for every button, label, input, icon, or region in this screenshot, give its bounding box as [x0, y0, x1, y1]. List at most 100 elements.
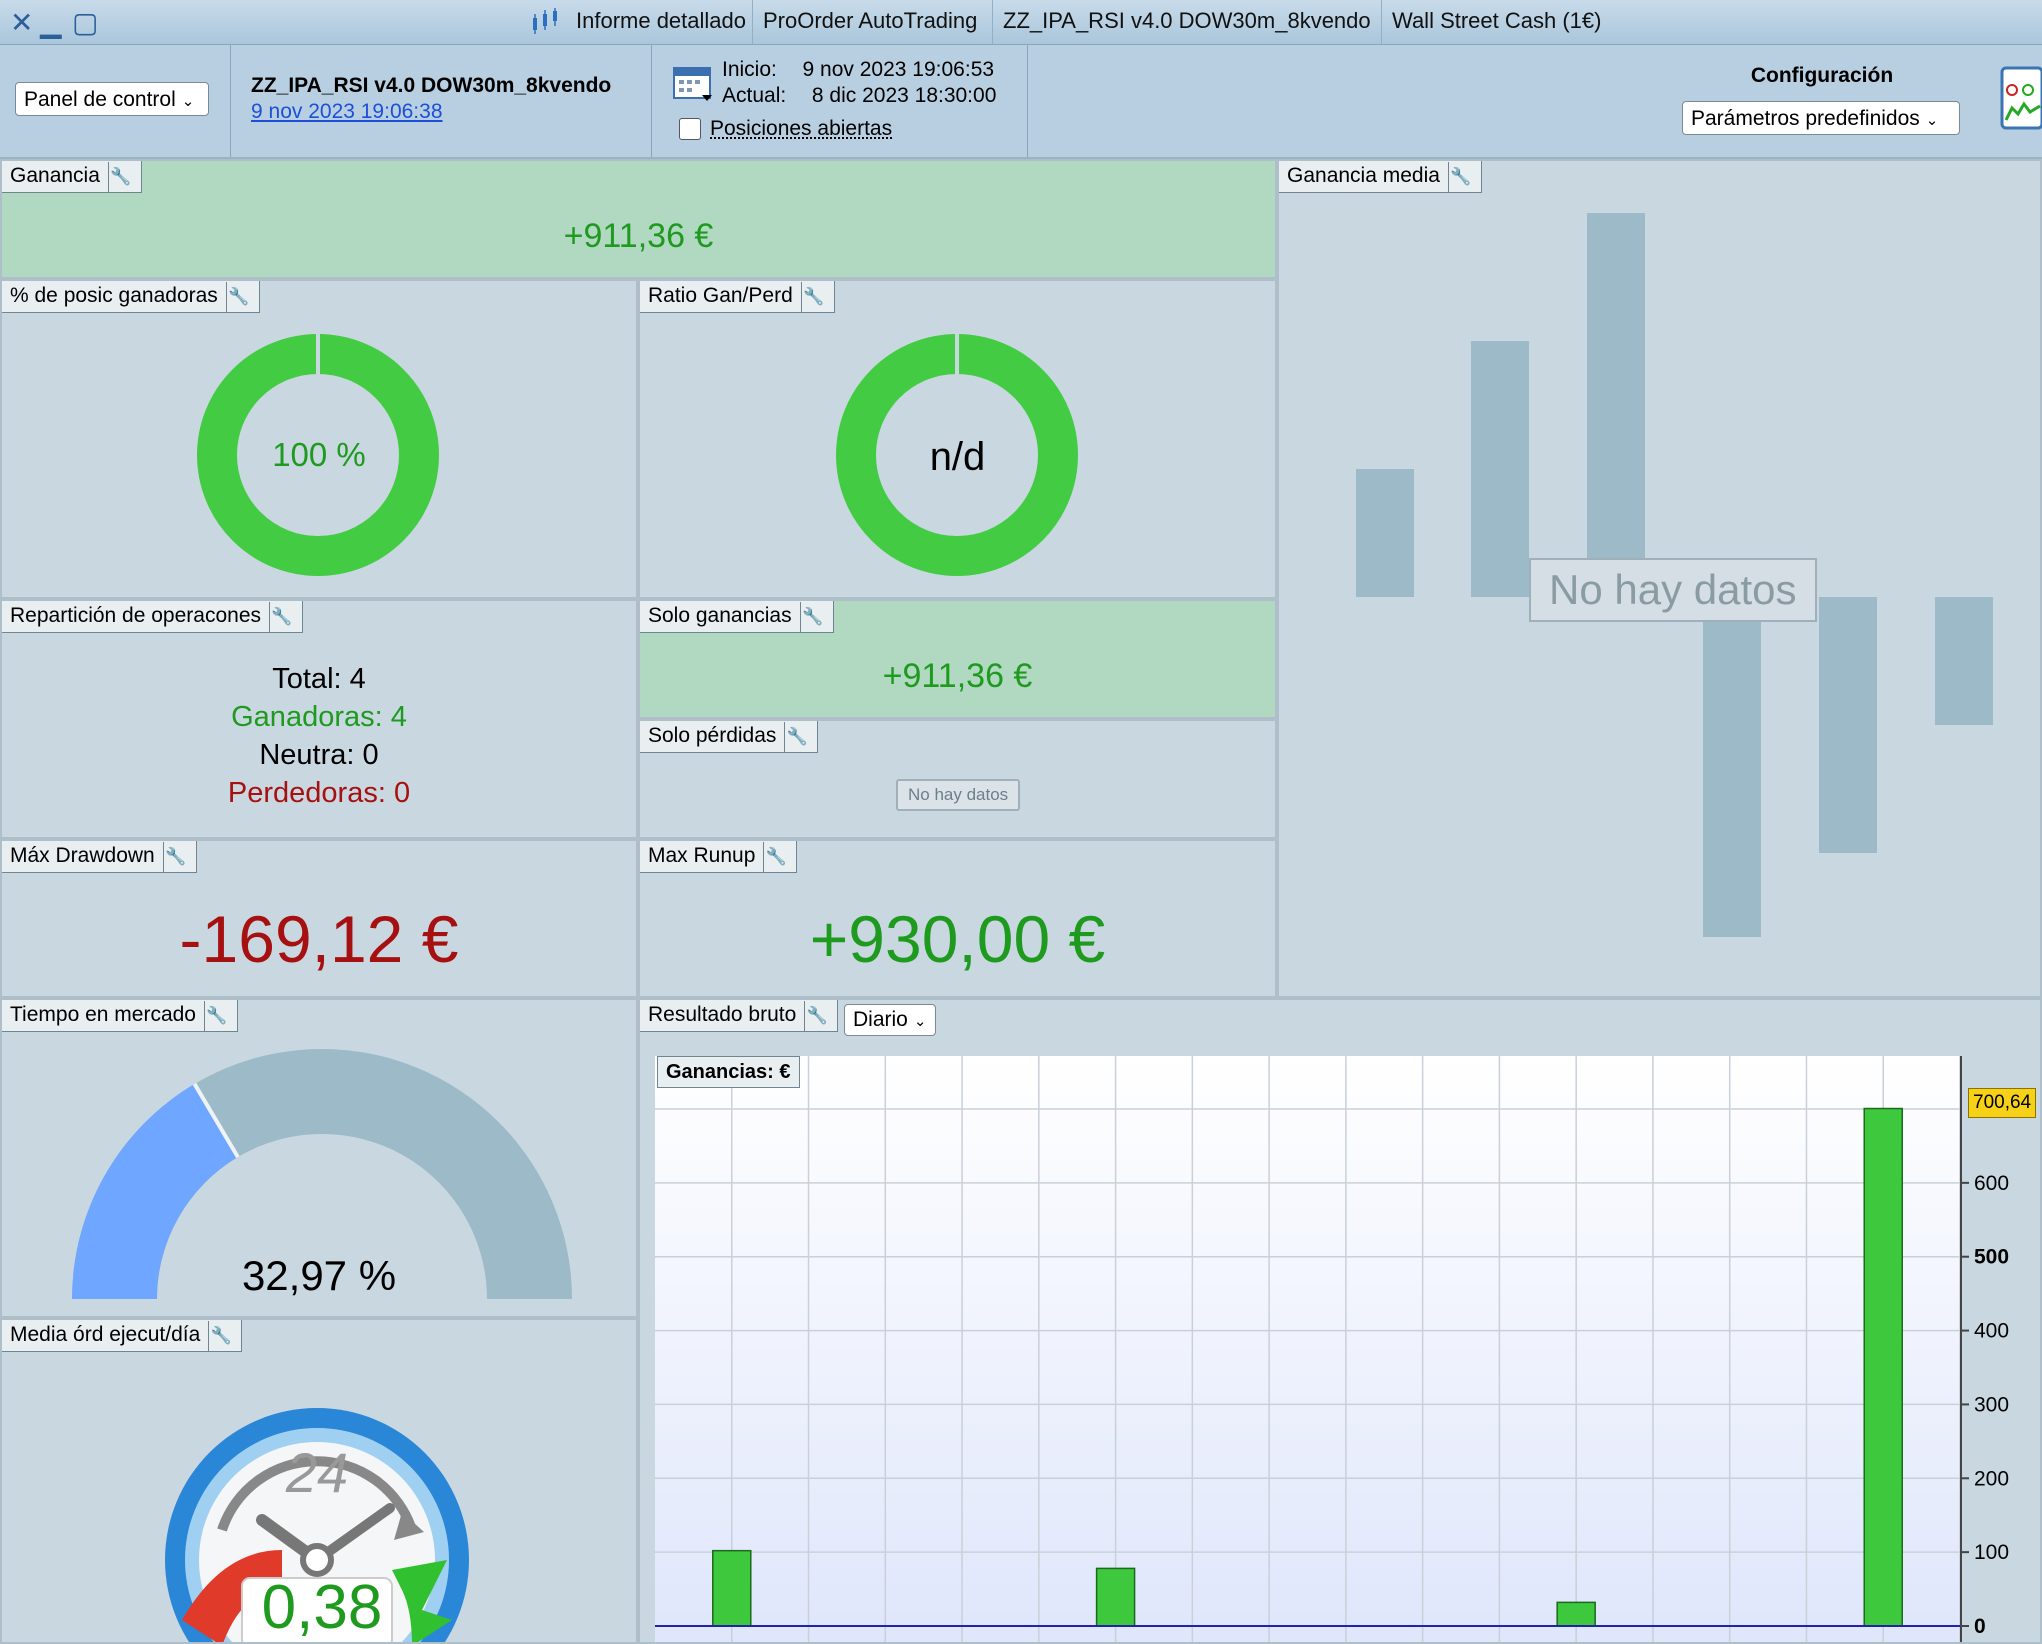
strategy-date-link[interactable]: 9 nov 2023 19:06:38	[251, 100, 443, 124]
no-data-message: No hay datos	[1529, 558, 1817, 622]
solo-perdidas-panel: Solo pérdidas 🔧 No hay datos	[638, 719, 1277, 839]
chevron-down-icon: ⌄	[913, 1013, 927, 1030]
optimization-chart-icon[interactable]	[2000, 66, 2042, 130]
placeholder-bar	[1935, 597, 1993, 725]
y-axis-tick-label: 500	[1974, 1246, 2009, 1269]
perdedoras-count: Perdedoras: 0	[227, 777, 411, 809]
resultado-bruto-chart: 0 100 200 300 400 500 600	[655, 1056, 2009, 1642]
max-runup-panel: Max Runup 🔧 +930,00 €	[638, 839, 1277, 998]
placeholder-bar	[1587, 213, 1645, 597]
ratio-title: Ratio Gan/Perd	[648, 284, 793, 307]
ganancia-media-title: Ganancia media	[1287, 164, 1440, 187]
y-axis-tick-label: 200	[1974, 1467, 2009, 1490]
tab-informe-detallado[interactable]: Informe detallado	[566, 0, 756, 44]
media-ord-title: Media órd ejecut/día	[10, 1323, 201, 1346]
tiempo-mercado-value: 32,97 %	[241, 1252, 397, 1299]
ganancia-media-panel: Ganancia media 🔧 No hay datos	[1277, 159, 2042, 998]
tiempo-mercado-title: Tiempo en mercado	[10, 1003, 196, 1026]
actual-label: Actual:	[722, 84, 787, 107]
resultado-bruto-panel: Resultado bruto 🔧 Diario ⌄ 0 100 200 300 400 50…	[638, 998, 2042, 1644]
toolbar-divider	[651, 45, 652, 157]
tiempo-mercado-panel: Tiempo en mercado 🔧 32,97 %	[0, 998, 638, 1318]
media-ord-panel: Media órd ejecut/día 🔧 24 0,38	[0, 1318, 638, 1644]
open-positions-label[interactable]: Posiciones abiertas	[710, 117, 892, 141]
max-runup-value: +930,00 €	[809, 902, 1106, 976]
chevron-down-icon: ⌄	[1925, 112, 1939, 129]
placeholder-bar	[1819, 597, 1877, 853]
chart-bar	[712, 1549, 752, 1627]
config-label: Configuración	[1750, 64, 1894, 87]
max-drawdown-title: Máx Drawdown	[10, 844, 155, 867]
y-axis-tick-label: 300	[1974, 1393, 2009, 1416]
period-select-value: Diario	[853, 1008, 908, 1031]
chart-title: Ganancias: €	[657, 1056, 800, 1088]
y-axis-tick-label: 600	[1974, 1172, 2009, 1195]
ganadoras-pct-title: % de posic ganadoras	[10, 284, 218, 307]
open-positions-checkbox[interactable]	[679, 118, 701, 140]
y-axis-tick-label: 400	[1974, 1320, 2009, 1343]
params-select-value: Parámetros predefinidos	[1691, 107, 1920, 130]
tab-instrument[interactable]: Wall Street Cash (1€)	[1381, 0, 1611, 44]
params-select[interactable]: Parámetros predefinidos ⌄	[1682, 101, 1960, 135]
maximize-icon[interactable]: ▢	[72, 6, 98, 39]
inicio-value: 9 nov 2023 19:06:53	[802, 58, 995, 81]
wrench-icon[interactable]: 🔧	[799, 602, 825, 632]
max-runup-title: Max Runup	[648, 844, 756, 867]
no-data-message: No hay datos	[896, 779, 1021, 811]
y-axis-tick-label: 100	[1974, 1541, 2009, 1564]
chart-bar	[1095, 1567, 1136, 1627]
wrench-icon[interactable]: 🔧	[784, 722, 809, 752]
plot-area	[655, 1056, 1960, 1642]
wrench-icon[interactable]: 🔧	[203, 1001, 229, 1031]
solo-ganancias-title: Solo ganancias	[648, 604, 792, 627]
wrench-icon[interactable]: 🔧	[162, 842, 188, 872]
window-titlebar: ✕ ▁ ▢ Informe detallado ProOrder AutoTra…	[0, 0, 2042, 45]
panel-select-value: Panel de control	[24, 88, 176, 111]
strategy-name: ZZ_IPA_RSI v4.0 DOW30m_8kvendo	[251, 74, 612, 97]
reparticion-title: Repartición de operacones	[10, 604, 261, 627]
close-icon[interactable]: ✕	[10, 6, 33, 39]
candlestick-icon	[533, 8, 557, 34]
toolbar-divider	[1027, 45, 1028, 157]
chart-bar	[1556, 1601, 1596, 1627]
toolbar-divider	[230, 45, 231, 157]
wrench-icon[interactable]: 🔧	[804, 1001, 829, 1031]
last-value-label: 700,64	[1968, 1088, 2037, 1118]
ganadoras-pct-value: 100 %	[272, 436, 366, 473]
wrench-icon[interactable]: 🔧	[225, 282, 251, 312]
wrench-icon[interactable]: 🔧	[107, 162, 133, 192]
ratio-value: n/d	[929, 435, 986, 479]
max-drawdown-panel: Máx Drawdown 🔧 -169,12 €	[0, 839, 638, 998]
inicio-label: Inicio:	[722, 58, 777, 81]
y-axis-tick-label: 0	[1974, 1615, 1986, 1638]
placeholder-bar	[1471, 341, 1529, 597]
solo-ganancias-value: +911,36 €	[882, 657, 1033, 695]
neutra-count: Neutra: 0	[259, 739, 379, 771]
placeholder-bar	[1356, 469, 1414, 597]
max-drawdown-value: -169,12 €	[179, 902, 459, 976]
wrench-icon[interactable]: 🔧	[269, 602, 294, 632]
ganancia-panel: Ganancia 🔧 +911,36 €	[0, 159, 1277, 279]
resultado-bruto-title: Resultado bruto	[648, 1003, 797, 1026]
wrench-icon[interactable]: 🔧	[208, 1321, 233, 1351]
wrench-icon[interactable]: 🔧	[800, 282, 826, 312]
placeholder-bar	[1703, 597, 1761, 937]
ganancia-value: +911,36 €	[563, 217, 714, 255]
wrench-icon[interactable]: 🔧	[763, 842, 788, 872]
chart-bar	[1863, 1107, 1903, 1627]
tab-strategy[interactable]: ZZ_IPA_RSI v4.0 DOW30m_8kvendo	[992, 0, 1381, 44]
wrench-icon[interactable]: 🔧	[1447, 162, 1473, 192]
solo-ganancias-panel: Solo ganancias 🔧 +911,36 €	[638, 599, 1277, 719]
tab-proorder-autotrading[interactable]: ProOrder AutoTrading	[752, 0, 987, 44]
total-count: Total: 4	[272, 663, 366, 695]
ganadoras-pct-panel: % de posic ganadoras 🔧 100 %	[0, 279, 638, 599]
ganancia-title: Ganancia	[10, 164, 100, 187]
calendar-icon[interactable]	[672, 62, 714, 104]
panel-select[interactable]: Panel de control ⌄	[15, 82, 209, 116]
period-select[interactable]: Diario ⌄	[844, 1004, 936, 1036]
chevron-down-icon: ⌄	[181, 93, 195, 110]
minimize-icon[interactable]: ▁	[40, 6, 62, 39]
reparticion-panel: Repartición de operacones 🔧 Total: 4 Gana…	[0, 599, 638, 839]
clock-label: 24	[285, 1441, 349, 1504]
ganadoras-count: Ganadoras: 4	[231, 701, 407, 733]
